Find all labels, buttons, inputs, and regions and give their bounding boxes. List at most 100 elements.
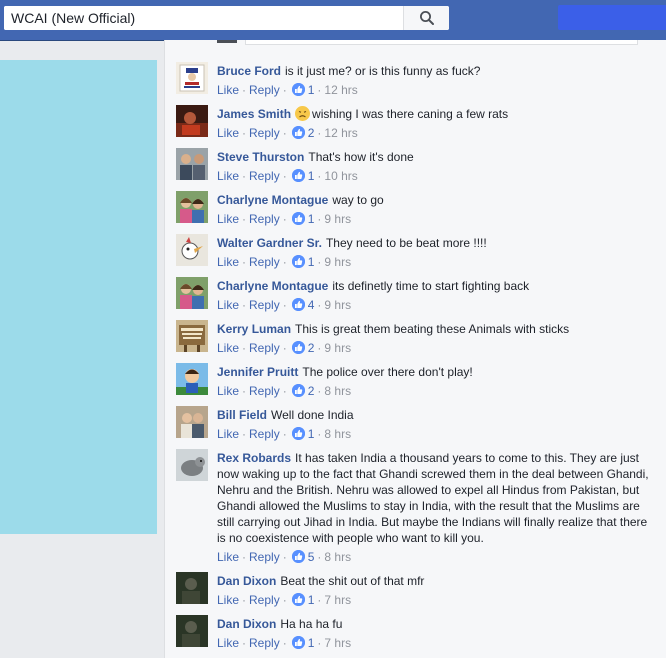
reply-link[interactable]: Reply <box>249 126 280 140</box>
separator-dot: · <box>242 593 247 607</box>
comment-timestamp[interactable]: 12 hrs <box>324 126 357 140</box>
like-link[interactable]: Like <box>217 83 239 97</box>
reply-link[interactable]: Reply <box>249 298 280 312</box>
like-count[interactable]: 2 <box>308 384 315 398</box>
separator-dot: · <box>317 550 322 564</box>
comment-author-link[interactable]: Rex Robards <box>217 451 291 465</box>
like-link[interactable]: Like <box>217 427 239 441</box>
comment-timestamp[interactable]: 9 hrs <box>324 255 351 269</box>
avatar[interactable] <box>176 191 208 223</box>
reply-link[interactable]: Reply <box>249 636 280 650</box>
avatar[interactable] <box>176 363 208 395</box>
avatar[interactable] <box>176 234 208 266</box>
thumbs-up-icon[interactable] <box>291 126 305 139</box>
thumbs-up-icon[interactable] <box>291 298 305 311</box>
like-count[interactable]: 1 <box>308 83 315 97</box>
like-count[interactable]: 2 <box>308 126 315 140</box>
avatar[interactable] <box>176 449 208 481</box>
separator-dot: · <box>242 212 247 226</box>
thumbs-up-icon[interactable] <box>291 593 305 606</box>
comment-timestamp[interactable]: 10 hrs <box>324 169 357 183</box>
like-link[interactable]: Like <box>217 550 239 564</box>
separator-dot: · <box>242 341 247 355</box>
like-count[interactable]: 1 <box>308 427 315 441</box>
separator-dot: · <box>242 298 247 312</box>
reply-link[interactable]: Reply <box>249 384 280 398</box>
comment-author-link[interactable]: Bruce Ford <box>217 64 281 78</box>
comment-author-link[interactable]: Steve Thurston <box>217 150 304 164</box>
avatar[interactable] <box>176 148 208 180</box>
avatar[interactable] <box>176 277 208 309</box>
thumbs-up-icon[interactable] <box>291 255 305 268</box>
comment-author-link[interactable]: Kerry Luman <box>217 322 291 336</box>
comment-author-link[interactable]: Bill Field <box>217 408 267 422</box>
comment-text-block: James Smith wishing I was there caning a … <box>217 106 657 122</box>
search-input[interactable] <box>4 6 404 30</box>
thumbs-up-icon[interactable] <box>291 384 305 397</box>
comment-author-link[interactable]: Jennifer Pruitt <box>217 365 298 379</box>
thumbs-up-icon[interactable] <box>291 212 305 225</box>
comment-author-link[interactable]: Charlyne Montague <box>217 279 328 293</box>
like-link[interactable]: Like <box>217 636 239 650</box>
avatar[interactable] <box>176 105 208 137</box>
comment-timestamp[interactable]: 9 hrs <box>324 212 351 226</box>
like-link[interactable]: Like <box>217 298 239 312</box>
avatar[interactable] <box>176 406 208 438</box>
like-count[interactable]: 1 <box>308 593 315 607</box>
like-link[interactable]: Like <box>217 169 239 183</box>
like-count[interactable]: 5 <box>308 550 315 564</box>
like-link[interactable]: Like <box>217 212 239 226</box>
avatar[interactable] <box>176 62 208 94</box>
thumbs-up-icon[interactable] <box>291 427 305 440</box>
comment-author-link[interactable]: Charlyne Montague <box>217 193 328 207</box>
like-count[interactable]: 1 <box>308 169 315 183</box>
thumbs-up-icon[interactable] <box>291 341 305 354</box>
reply-link[interactable]: Reply <box>249 255 280 269</box>
comment-text: Beat the shit out of that mfr <box>280 574 425 588</box>
like-link[interactable]: Like <box>217 126 239 140</box>
reply-link[interactable]: Reply <box>249 212 280 226</box>
like-count[interactable]: 4 <box>308 298 315 312</box>
profile-button[interactable] <box>558 5 666 30</box>
like-link[interactable]: Like <box>217 593 239 607</box>
comment-timestamp[interactable]: 8 hrs <box>324 550 351 564</box>
comment-author-link[interactable]: Walter Gardner Sr. <box>217 236 322 250</box>
search-button[interactable] <box>403 6 449 30</box>
comment-timestamp[interactable]: 7 hrs <box>324 636 351 650</box>
thumbs-up-icon[interactable] <box>291 636 305 649</box>
reply-link[interactable]: Reply <box>249 169 280 183</box>
comment-author-link[interactable]: Dan Dixon <box>217 617 276 631</box>
comment-text-block: Jennifer Pruitt The police over there don… <box>217 364 657 380</box>
avatar[interactable] <box>176 572 208 604</box>
like-count[interactable]: 1 <box>308 636 315 650</box>
comment-timestamp[interactable]: 8 hrs <box>324 427 351 441</box>
comment-timestamp[interactable]: 12 hrs <box>324 83 357 97</box>
comment-timestamp[interactable]: 8 hrs <box>324 384 351 398</box>
reply-link[interactable]: Reply <box>249 593 280 607</box>
comment-timestamp[interactable]: 9 hrs <box>324 298 351 312</box>
thumbs-up-icon[interactable] <box>291 550 305 563</box>
reply-link[interactable]: Reply <box>249 341 280 355</box>
like-count[interactable]: 2 <box>308 341 315 355</box>
comment-text: That's how it's done <box>308 150 414 164</box>
reply-link[interactable]: Reply <box>249 83 280 97</box>
like-link[interactable]: Like <box>217 384 239 398</box>
avatar[interactable] <box>176 615 208 647</box>
comment-author-link[interactable]: James Smith <box>217 107 291 121</box>
like-count[interactable]: 1 <box>308 255 315 269</box>
separator-dot: · <box>282 593 287 607</box>
like-link[interactable]: Like <box>217 255 239 269</box>
like-link[interactable]: Like <box>217 341 239 355</box>
avatar[interactable] <box>176 320 208 352</box>
comment-author-link[interactable]: Dan Dixon <box>217 574 276 588</box>
comment-timestamp[interactable]: 7 hrs <box>324 593 351 607</box>
thumbs-up-icon[interactable] <box>291 83 305 96</box>
reply-link[interactable]: Reply <box>249 550 280 564</box>
like-count[interactable]: 1 <box>308 212 315 226</box>
comment-text-block: Bruce Ford is it just me? or is this funn… <box>217 63 657 79</box>
comment-body: Bill Field Well done India Like · Reply · 1 · 8 … <box>217 407 657 442</box>
comment-input[interactable] <box>245 40 638 45</box>
reply-link[interactable]: Reply <box>249 427 280 441</box>
thumbs-up-icon[interactable] <box>291 169 305 182</box>
comment-timestamp[interactable]: 9 hrs <box>324 341 351 355</box>
